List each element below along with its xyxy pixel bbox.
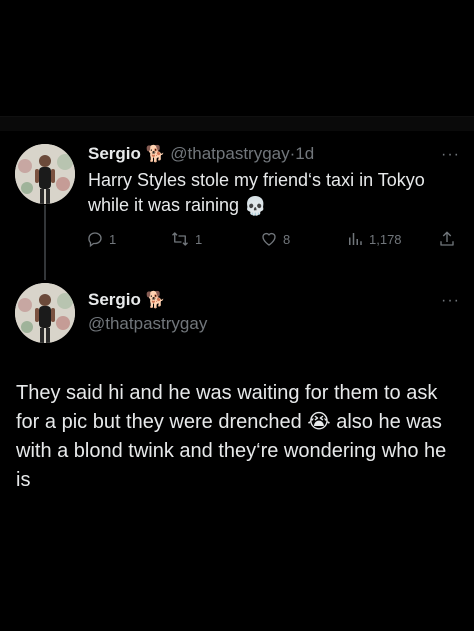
views-icon (349, 233, 362, 245)
tweet-actions: 1 1 8 1,178 (86, 230, 466, 252)
dog-emoji-icon: 🐕 (145, 145, 166, 163)
more-options-icon[interactable]: ··· (441, 292, 460, 310)
user-handle[interactable]: @thatpastrygay (88, 314, 207, 334)
page: Sergio 🐕 @thatpastrygay·1d ··· Harry Sty… (0, 0, 474, 631)
reply-button[interactable]: 1 (86, 230, 116, 248)
repost-count: 1 (195, 231, 203, 247)
tweet-text: Harry Styles stole my friend‘s taxi in T… (88, 168, 448, 219)
views-count: 1,178 (369, 231, 402, 247)
like-count: 8 (283, 231, 291, 247)
tweet-header: Sergio 🐕 @thatpastrygay·1d (88, 143, 314, 166)
timestamp[interactable]: 1d (295, 144, 314, 163)
thread-line (44, 205, 46, 280)
dog-emoji-icon: 🐕 (145, 291, 166, 309)
reply-icon (88, 232, 102, 248)
reply-count: 1 (109, 231, 117, 247)
repost-icon (172, 232, 188, 246)
user-handle[interactable]: @thatpastrygay (170, 144, 289, 163)
avatar-image (15, 283, 75, 343)
share-icon (440, 231, 454, 246)
section-divider (0, 116, 474, 131)
skull-emoji-icon: 💀 (244, 195, 267, 216)
tweet-text: They said hi and he was waiting for them… (16, 379, 466, 495)
crying-emoji-icon: 😭 (307, 411, 331, 434)
repost-button[interactable]: 1 (170, 230, 202, 248)
views-button[interactable]: 1,178 (346, 230, 402, 248)
avatar[interactable] (15, 283, 75, 343)
share-button[interactable] (438, 230, 456, 248)
display-name[interactable]: Sergio (88, 290, 141, 309)
avatar-image (15, 144, 75, 204)
like-button[interactable]: 8 (260, 230, 290, 248)
like-icon (262, 232, 276, 246)
tweet-header: Sergio 🐕 (88, 289, 166, 312)
display-name[interactable]: Sergio (88, 144, 141, 163)
more-options-icon[interactable]: ··· (441, 146, 460, 164)
avatar[interactable] (15, 144, 75, 204)
